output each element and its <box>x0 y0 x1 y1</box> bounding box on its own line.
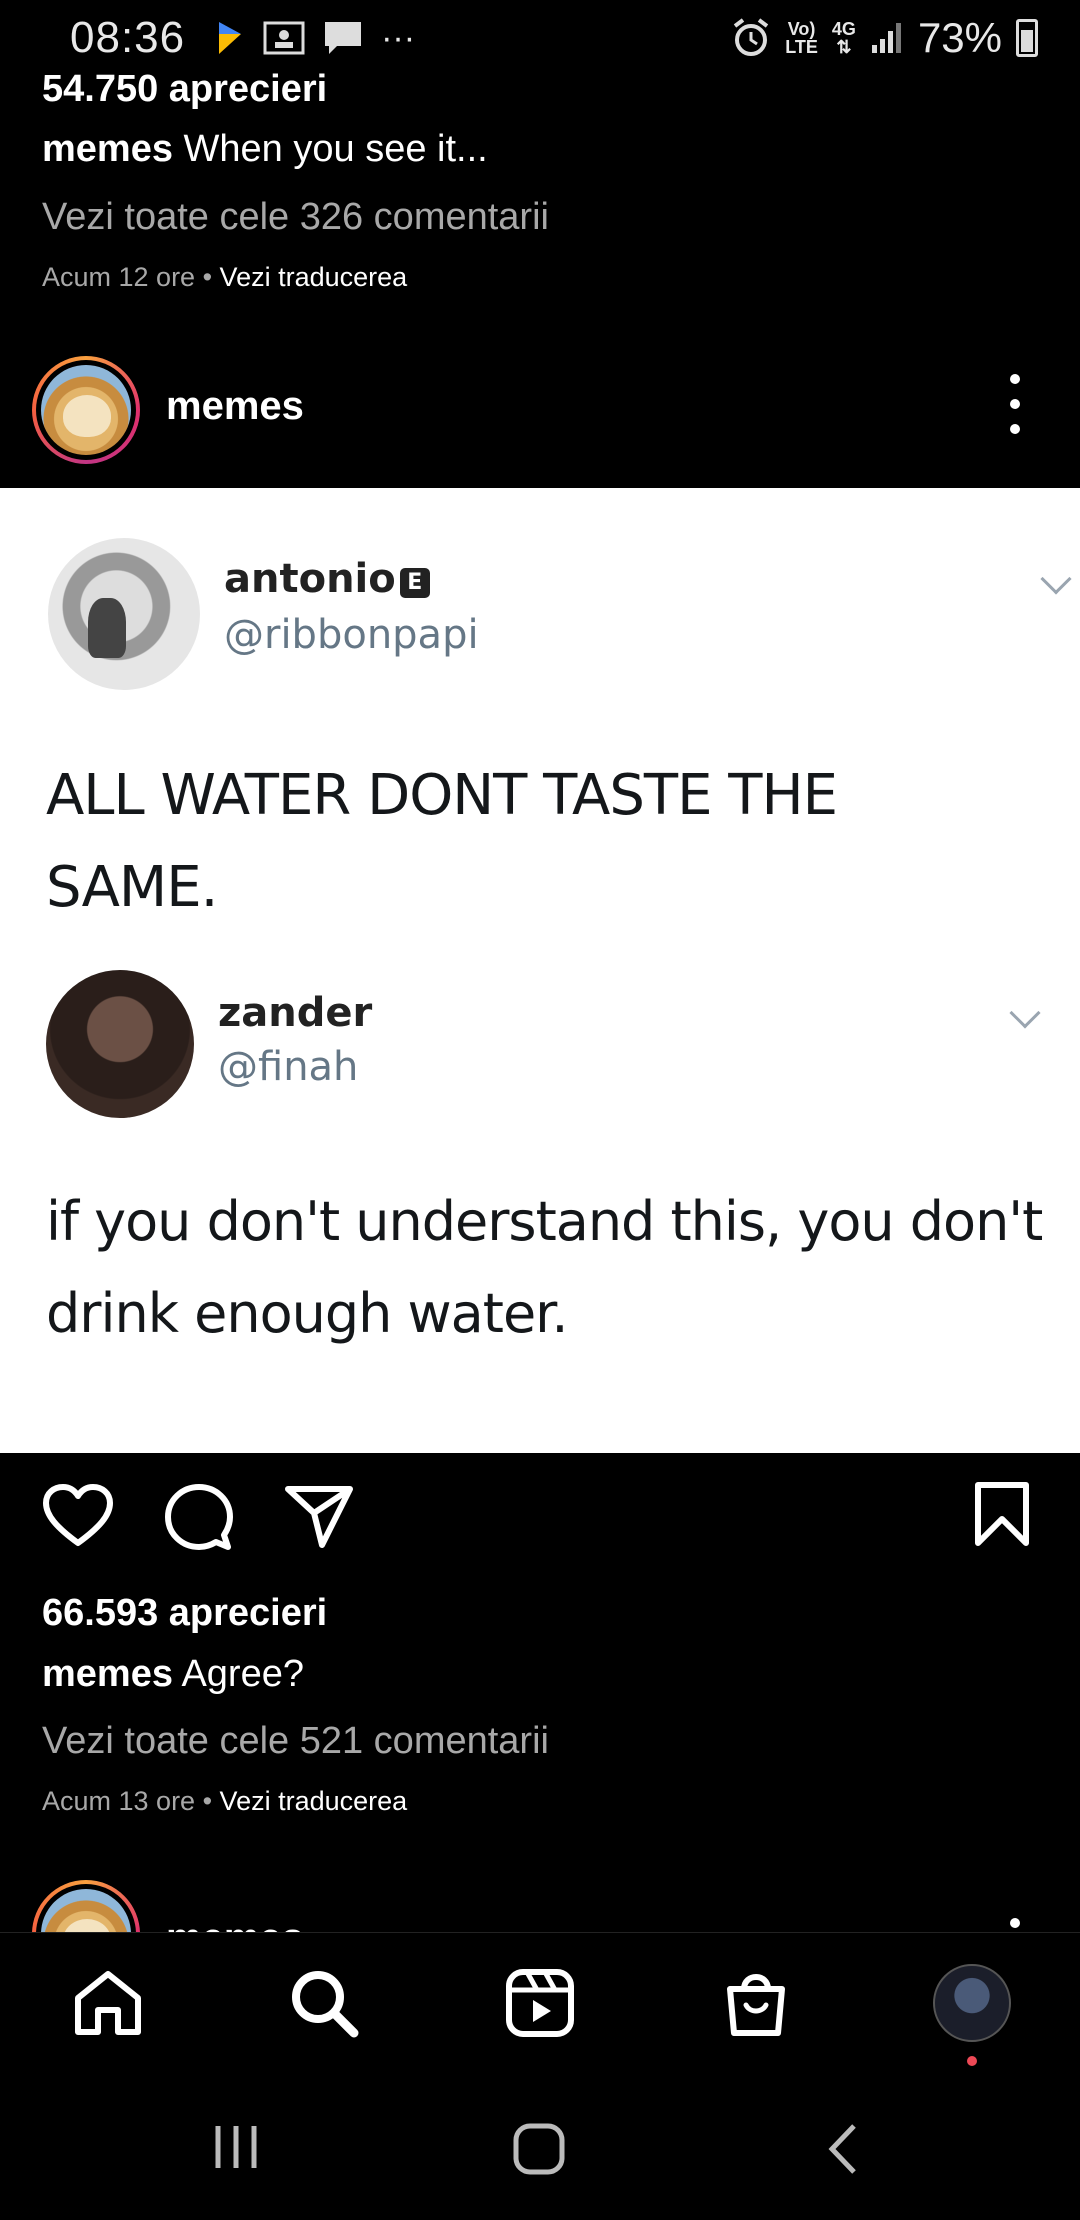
back-icon[interactable] <box>824 2122 860 2176</box>
tweet-text-line: drink enough water. <box>46 1282 569 1345</box>
prev-post-comments-link[interactable]: Vezi toate cele 326 comentarii <box>42 196 549 239</box>
network-indicator: 4G ⇅ <box>832 20 856 56</box>
home-icon <box>75 1971 141 2035</box>
nav-search[interactable] <box>284 1963 364 2043</box>
doge-avatar-image <box>41 1889 131 1932</box>
prev-post-meta: Acum 12 ore • Vezi traducerea <box>42 262 407 293</box>
status-bar: 08:36 ··· Vo) LTE 4G ⇅ 73% <box>0 0 1080 76</box>
nav-shop[interactable] <box>716 1963 796 2043</box>
meta-separator: • <box>195 1786 220 1816</box>
lte-label: LTE <box>785 37 818 57</box>
status-time: 08:36 <box>70 13 186 62</box>
tweet-text-line: SAME. <box>46 855 218 920</box>
notification-dot <box>967 2056 977 2066</box>
tweet-avatar-antonio <box>48 538 200 690</box>
prev-post-likes[interactable]: 54.750 aprecieri <box>42 68 327 111</box>
heart-icon[interactable] <box>42 1483 114 1549</box>
caption-username[interactable]: memes <box>42 1653 173 1695</box>
chevron-down-icon <box>1040 563 1072 595</box>
post-header: memes <box>0 334 1080 484</box>
post-caption: memes Agree? <box>42 1653 304 1696</box>
prev-post-caption: memes When you see it... <box>42 128 488 171</box>
more-options-icon[interactable] <box>1010 374 1022 434</box>
post-comments-link[interactable]: Vezi toate cele 521 comentarii <box>42 1720 549 1763</box>
battery-icon <box>1016 19 1038 57</box>
notification-icons: ··· <box>215 19 415 58</box>
more-notifications-icon: ··· <box>381 18 416 57</box>
tweet-avatar-zander <box>46 970 194 1118</box>
post-image[interactable]: antonio E @ribbonpapi ALL WATER DONT TAST… <box>0 488 1080 1453</box>
chevron-down-icon <box>1009 997 1041 1029</box>
caption-text: Agree? <box>181 1653 304 1695</box>
caption-text: When you see it... <box>183 128 488 170</box>
alarm-icon <box>734 18 769 56</box>
nav-reels[interactable] <box>500 1963 580 2043</box>
more-options-icon[interactable] <box>1010 1918 1022 1932</box>
next-post-header: memes <box>0 1880 1080 1932</box>
tweet-text: if you don't understand this, you don't … <box>46 1176 1043 1360</box>
post-time: Acum 13 ore <box>42 1786 196 1816</box>
search-icon <box>292 1971 359 2038</box>
tweet-handle: @finah <box>218 1044 359 1090</box>
send-icon[interactable] <box>284 1483 354 1549</box>
explicit-badge: E <box>399 568 430 598</box>
recents-icon[interactable] <box>212 2122 260 2172</box>
post-username[interactable]: memes <box>166 384 304 429</box>
data-arrows-icon: ⇅ <box>836 37 852 57</box>
volte-indicator: Vo) LTE <box>785 20 818 56</box>
comment-icon[interactable] <box>164 1483 234 1553</box>
caption-username[interactable]: memes <box>42 128 173 170</box>
meta-separator: • <box>195 262 220 292</box>
system-navigation <box>0 2082 1080 2220</box>
contacts-notification-icon <box>263 21 305 55</box>
battery-percent: 73% <box>917 14 1002 61</box>
tweet-text-line: if you don't understand this, you don't <box>46 1190 1043 1253</box>
post-likes[interactable]: 66.593 aprecieri <box>42 1592 327 1635</box>
post-meta: Acum 13 ore • Vezi traducerea <box>42 1786 407 1817</box>
app-notification-icon <box>219 22 242 54</box>
home-button-icon[interactable] <box>512 2122 566 2176</box>
network-label: 4G <box>831 19 856 39</box>
post-actions <box>0 1453 1080 1593</box>
nav-profile[interactable] <box>932 1963 1012 2043</box>
tweet-name: antonio E <box>224 556 430 602</box>
translate-link[interactable]: Vezi traducerea <box>220 262 408 292</box>
profile-avatar <box>933 1964 1011 2042</box>
tweet-name: zander <box>218 990 373 1036</box>
doge-avatar-image <box>41 365 131 455</box>
post-time: Acum 12 ore <box>42 262 196 292</box>
tweet-name-text: antonio <box>224 556 396 602</box>
signal-icon <box>871 23 901 53</box>
message-notification-icon <box>325 22 362 54</box>
bookmark-icon[interactable] <box>974 1481 1030 1547</box>
post-avatar[interactable] <box>32 356 140 464</box>
next-post-avatar[interactable] <box>32 1880 140 1932</box>
next-post-username[interactable]: memes <box>166 1916 304 1932</box>
shop-icon <box>727 1974 785 2036</box>
nav-home[interactable] <box>68 1963 148 2043</box>
tweet-handle: @ribbonpapi <box>224 612 479 658</box>
tweet-text: ALL WATER DONT TASTE THE SAME. <box>46 750 838 934</box>
bottom-navigation <box>0 1932 1080 2082</box>
translate-link[interactable]: Vezi traducerea <box>220 1786 408 1816</box>
reels-icon <box>506 1969 574 2037</box>
tweet-text-line: ALL WATER DONT TASTE THE <box>46 763 838 828</box>
volte-label: Vo) <box>787 19 816 39</box>
system-status-icons: Vo) LTE 4G ⇅ 73% <box>731 14 1038 62</box>
